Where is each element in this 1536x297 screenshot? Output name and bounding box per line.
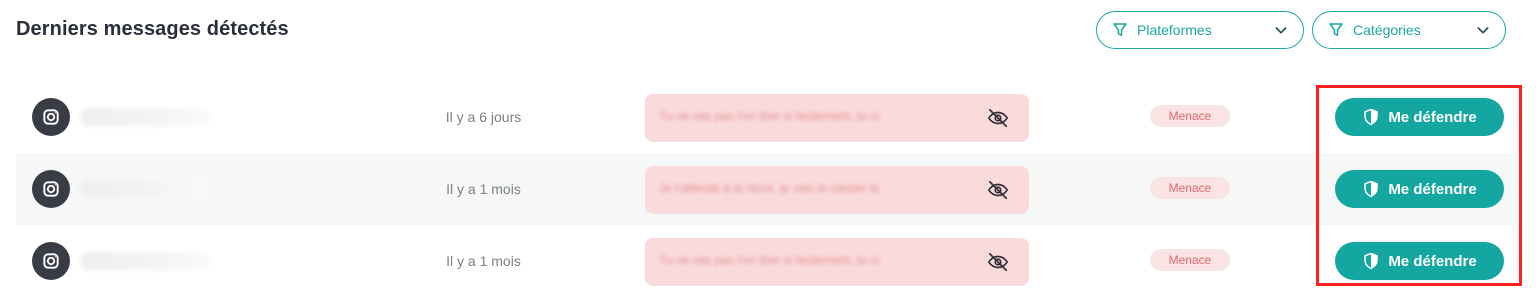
eye-off-icon[interactable] bbox=[987, 179, 1009, 201]
shield-icon bbox=[1364, 252, 1379, 270]
message-row: Il y a 6 jours Tu ne vas pas t'en tirer … bbox=[16, 81, 1516, 153]
funnel-icon bbox=[1113, 23, 1127, 36]
message-time: Il y a 1 mois bbox=[446, 181, 521, 197]
sender-name-blurred bbox=[80, 108, 210, 126]
message-preview: Tu ne vas pas t'en tirer si facilement, … bbox=[645, 94, 1029, 142]
instagram-icon bbox=[32, 98, 70, 136]
messages-panel: Derniers messages détectés Plateformes C… bbox=[0, 0, 1536, 297]
message-preview: Je t'attends à la récré, je vais te cass… bbox=[645, 166, 1029, 214]
sender-name-blurred bbox=[80, 180, 210, 198]
category-badge: Menace bbox=[1150, 249, 1230, 271]
message-row: Il y a 1 mois Tu ne vas pas t'en tirer s… bbox=[16, 225, 1516, 297]
sender-name-blurred bbox=[80, 252, 210, 270]
message-text-blurred: Tu ne vas pas t'en tirer si facilement, … bbox=[659, 109, 879, 123]
defend-button[interactable]: Me défendre bbox=[1335, 242, 1504, 280]
shield-icon bbox=[1364, 108, 1379, 126]
category-badge: Menace bbox=[1150, 105, 1230, 127]
section-title: Derniers messages détectés bbox=[16, 18, 289, 40]
categories-filter-label: Catégories bbox=[1353, 22, 1421, 38]
defend-button[interactable]: Me défendre bbox=[1335, 170, 1504, 208]
funnel-icon bbox=[1329, 23, 1343, 36]
category-badge: Menace bbox=[1150, 177, 1230, 199]
eye-off-icon[interactable] bbox=[987, 251, 1009, 273]
platforms-filter-dropdown[interactable]: Plateformes bbox=[1096, 11, 1304, 49]
eye-off-icon[interactable] bbox=[987, 107, 1009, 129]
message-text-blurred: Tu ne vas pas t'en tirer si facilement, … bbox=[659, 253, 879, 267]
message-text-blurred: Je t'attends à la récré, je vais te cass… bbox=[659, 181, 879, 195]
platforms-filter-label: Plateformes bbox=[1137, 22, 1212, 38]
message-time: Il y a 6 jours bbox=[445, 109, 522, 125]
chevron-down-icon bbox=[1275, 27, 1287, 34]
chevron-down-icon bbox=[1477, 27, 1489, 34]
defend-button-label: Me défendre bbox=[1388, 252, 1477, 270]
instagram-icon bbox=[32, 242, 70, 280]
defend-button-label: Me défendre bbox=[1388, 180, 1477, 198]
instagram-icon bbox=[32, 170, 70, 208]
defend-button-label: Me défendre bbox=[1388, 108, 1477, 126]
shield-icon bbox=[1364, 180, 1379, 198]
message-time: Il y a 1 mois bbox=[446, 253, 521, 269]
message-preview: Tu ne vas pas t'en tirer si facilement, … bbox=[645, 238, 1029, 286]
message-row: Il y a 1 mois Je t'attends à la récré, j… bbox=[16, 153, 1516, 225]
defend-button[interactable]: Me défendre bbox=[1335, 98, 1504, 136]
categories-filter-dropdown[interactable]: Catégories bbox=[1312, 11, 1506, 49]
